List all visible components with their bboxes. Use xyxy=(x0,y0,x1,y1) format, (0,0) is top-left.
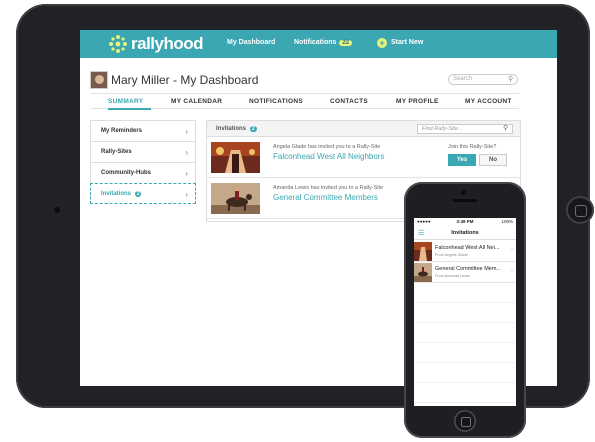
empty-row xyxy=(414,363,516,383)
list-item[interactable]: Falconhead West All Nei... From Angela G… xyxy=(414,241,516,262)
falconhead-thumbnail[interactable] xyxy=(211,142,260,173)
invitations-panel-count: 2 xyxy=(250,126,257,132)
falconhead-thumbnail xyxy=(414,242,432,261)
sidebar-item-label: Invitations xyxy=(101,191,132,197)
phone-item-from: From Amanda Lewis xyxy=(435,274,470,278)
sidebar-item-label: My Reminders xyxy=(101,128,143,134)
ipad-camera xyxy=(54,207,60,213)
iphone-screen: ●●●●● 2:49 PM 100% ☰ Invitations Falconh… xyxy=(414,218,516,406)
chevron-right-icon: › xyxy=(511,247,513,253)
invite-from-text: Amanda Lewis has invited you to a Rally-… xyxy=(273,185,384,191)
nav-my-dashboard[interactable]: My Dashboard xyxy=(227,39,275,46)
ipad-home-button[interactable] xyxy=(566,196,594,224)
decline-invite-button[interactable]: No xyxy=(479,154,507,166)
chevron-right-icon: › xyxy=(185,190,188,199)
brand-name: rallyhood xyxy=(131,34,204,53)
dashboard-tabs: SUMMARY MY CALENDAR NOTIFICATIONS CONTAC… xyxy=(91,93,519,110)
tab-my-account[interactable]: MY ACCOUNT xyxy=(465,98,512,105)
sidebar-item-invitations[interactable]: Invitations 2 › xyxy=(90,183,196,204)
invite-rally-site-link[interactable]: General Committee Members xyxy=(273,193,378,202)
sidebar-item-my-reminders[interactable]: My Reminders › xyxy=(90,120,196,141)
tab-my-profile[interactable]: MY PROFILE xyxy=(396,98,439,105)
iphone-device: ●●●●● 2:49 PM 100% ☰ Invitations Falconh… xyxy=(404,182,526,438)
tab-summary[interactable]: SUMMARY xyxy=(108,98,143,105)
rodeo-thumbnail[interactable] xyxy=(211,183,260,214)
empty-row xyxy=(414,383,516,403)
invitations-title-label: Invitations xyxy=(216,126,247,132)
nav-notifications-label: Notifications xyxy=(294,39,337,46)
invite-from-text: Angela Glade has invited you to a Rally-… xyxy=(273,144,381,150)
search-icon[interactable]: ⚲ xyxy=(508,75,513,83)
phone-nav-bar: ☰ Invitations xyxy=(414,226,516,240)
battery-indicator: 100% xyxy=(501,219,513,224)
notifications-count-badge: 22 xyxy=(339,40,353,46)
empty-row xyxy=(414,303,516,323)
page-title: Mary Miller - My Dashboard xyxy=(111,73,259,87)
empty-row xyxy=(414,323,516,343)
list-item[interactable]: General Committee Mem... From Amanda Lew… xyxy=(414,262,516,283)
iphone-camera xyxy=(461,190,466,195)
status-bar: ●●●●● 2:49 PM 100% xyxy=(414,218,516,226)
avatar[interactable] xyxy=(90,71,108,89)
list-item: Angela Glade has invited you to a Rally-… xyxy=(207,138,520,178)
invitations-count-badge: 2 xyxy=(134,191,142,197)
plus-icon[interactable]: + xyxy=(377,38,387,48)
nav-notifications[interactable]: Notifications 22 xyxy=(294,39,353,46)
phone-page-title: Invitations xyxy=(451,230,479,236)
phone-item-title: Falconhead West All Nei... xyxy=(435,245,500,251)
tab-notifications[interactable]: NOTIFICATIONS xyxy=(249,98,303,105)
rodeo-thumbnail xyxy=(414,263,432,282)
chevron-right-icon: › xyxy=(511,268,513,274)
invitations-panel-header: Invitations 2 Find Rally-Site... ⚲ xyxy=(207,121,520,137)
phone-item-title: General Committee Mem... xyxy=(435,266,502,272)
join-question: Join this Rally-Site? xyxy=(448,144,497,150)
sidebar-item-label: Rally-Sites xyxy=(101,149,132,155)
top-nav-bar: rallyhood My Dashboard Notifications 22 +… xyxy=(80,30,557,58)
rallyhood-logo-icon xyxy=(109,35,127,53)
find-rally-site-input[interactable]: Find Rally-Site... xyxy=(417,124,513,134)
chevron-right-icon: › xyxy=(185,127,188,136)
invitations-title: Invitations 2 xyxy=(216,126,257,132)
accept-invite-button[interactable]: Yes xyxy=(448,154,476,166)
sidebar-item-community-hubs[interactable]: Community-Hubs › xyxy=(90,162,196,183)
empty-row xyxy=(414,283,516,303)
chevron-right-icon: › xyxy=(185,148,188,157)
tab-my-calendar[interactable]: MY CALENDAR xyxy=(171,98,222,105)
empty-row xyxy=(414,343,516,363)
active-tab-indicator xyxy=(108,108,151,110)
phone-item-from: From Angela Glade xyxy=(435,253,468,257)
iphone-speaker xyxy=(453,199,477,202)
search-icon[interactable]: ⚲ xyxy=(503,124,508,132)
invite-rally-site-link[interactable]: Falconhead West All Neighbors xyxy=(273,152,384,161)
chevron-right-icon: › xyxy=(185,169,188,178)
tab-contacts[interactable]: CONTACTS xyxy=(330,98,368,105)
sidebar-item-rally-sites[interactable]: Rally-Sites › xyxy=(90,141,196,162)
sidebar-item-label: Community-Hubs xyxy=(101,170,151,176)
sidebar-menu: My Reminders › Rally-Sites › Community-H… xyxy=(90,120,196,204)
nav-start-new[interactable]: Start New xyxy=(391,39,423,46)
iphone-home-button[interactable] xyxy=(454,410,476,432)
